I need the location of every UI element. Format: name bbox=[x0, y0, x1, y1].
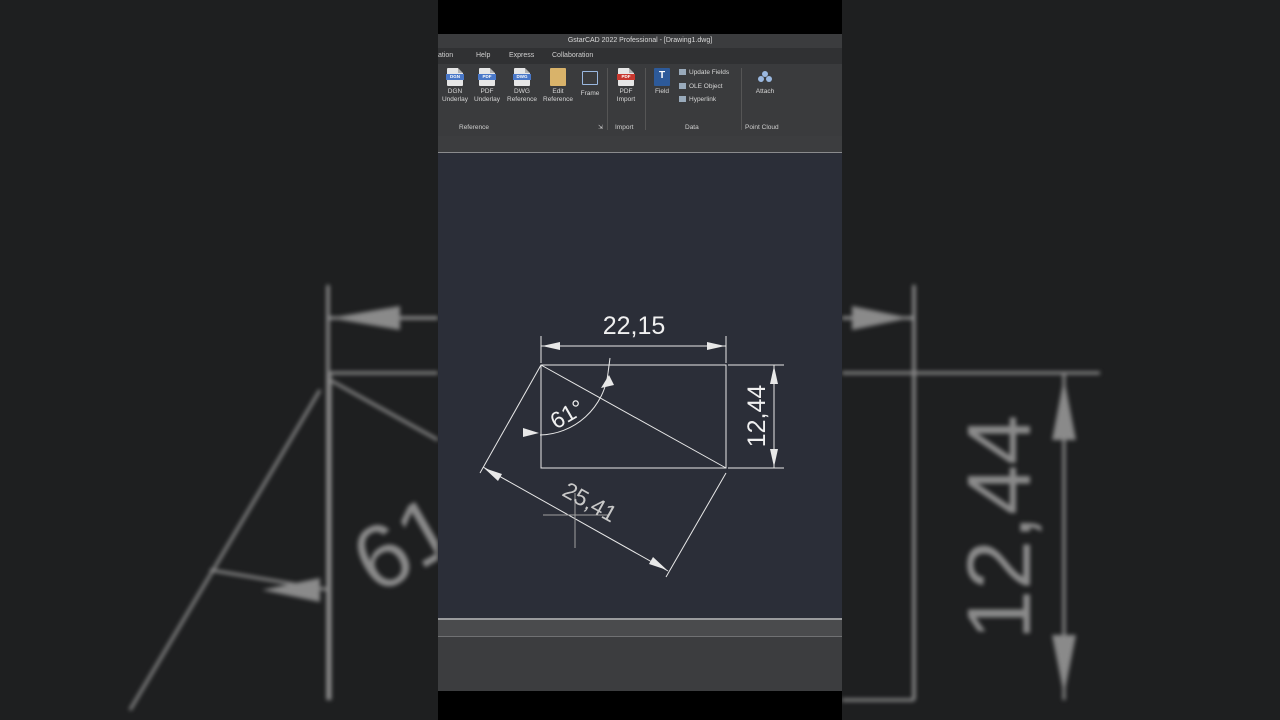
ribbon-separator bbox=[741, 68, 742, 130]
edit-reference-icon bbox=[550, 68, 566, 86]
window-title: GstarCAD 2022 Professional - [Drawing1.d… bbox=[438, 34, 842, 48]
extension-line bbox=[479, 364, 542, 474]
horizontal-dimension-text[interactable]: 22,15 bbox=[603, 312, 666, 340]
arrowhead bbox=[649, 557, 667, 570]
ribbon: DGN DGN Underlay PDF PDF Underlay DWG DW… bbox=[438, 64, 842, 136]
frame-icon bbox=[582, 71, 598, 85]
menu-bar: ation Help Express Collaboration bbox=[438, 48, 842, 64]
panel-label-reference: Reference bbox=[459, 124, 489, 131]
arrowhead bbox=[523, 428, 539, 437]
panel-label-point-cloud: Point Cloud bbox=[745, 124, 779, 131]
blurred-angle-text: 61° bbox=[336, 458, 438, 613]
panel-label-data: Data bbox=[685, 124, 699, 131]
blurred-background-right: 12,44 bbox=[842, 0, 1280, 720]
arrowhead bbox=[770, 449, 778, 467]
blurred-vertical-dim-text: 12,44 bbox=[950, 415, 1050, 640]
menu-item-express[interactable]: Express bbox=[509, 52, 534, 59]
pdf-import-button[interactable]: PDF PDF Import bbox=[609, 68, 643, 104]
arrowhead bbox=[542, 342, 560, 350]
update-fields-icon bbox=[679, 69, 686, 76]
layout-tab-bar bbox=[438, 618, 842, 638]
command-line-area[interactable] bbox=[438, 636, 842, 691]
tab-strip bbox=[438, 136, 842, 154]
vertical-dimension-text[interactable]: 12,44 bbox=[743, 385, 771, 448]
panel-label-import: Import bbox=[615, 124, 634, 131]
dwg-reference-button[interactable]: DWG DWG Reference bbox=[505, 68, 539, 104]
hyperlink-button[interactable]: Hyperlink bbox=[679, 96, 716, 103]
arrowhead bbox=[770, 366, 778, 384]
edit-reference-button[interactable]: Edit Reference bbox=[541, 68, 575, 104]
panel-launcher-icon[interactable]: ⇲ bbox=[598, 124, 603, 131]
ole-object-button[interactable]: OLE Object bbox=[679, 83, 723, 90]
pdf-import-icon: PDF bbox=[617, 68, 635, 86]
update-fields-button[interactable]: Update Fields bbox=[679, 69, 729, 76]
dgn-underlay-button[interactable]: DGN DGN Underlay bbox=[438, 68, 472, 104]
menu-item-collaboration[interactable]: Collaboration bbox=[552, 52, 593, 59]
ole-object-icon bbox=[679, 83, 686, 90]
dwg-file-icon: DWG bbox=[513, 68, 531, 86]
drawing-canvas[interactable]: 22,15 12,44 61° 25,41 bbox=[438, 153, 842, 618]
angle-dimension-text[interactable]: 61° bbox=[545, 394, 588, 434]
hyperlink-icon bbox=[679, 96, 686, 103]
dgn-file-icon: DGN bbox=[446, 68, 464, 86]
field-button[interactable]: T Field bbox=[645, 68, 679, 96]
ribbon-separator bbox=[607, 68, 608, 130]
field-icon: T bbox=[654, 68, 670, 86]
extension-line bbox=[665, 472, 727, 578]
menu-item-annotation[interactable]: ation bbox=[438, 52, 453, 59]
frame-button[interactable]: Frame bbox=[573, 68, 607, 98]
aligned-dimension-text[interactable]: 25,41 bbox=[558, 477, 621, 528]
blurred-background-left: 61° bbox=[0, 0, 438, 720]
pdf-file-icon: PDF bbox=[478, 68, 496, 86]
app-window: GstarCAD 2022 Professional - [Drawing1.d… bbox=[438, 0, 842, 720]
point-cloud-icon bbox=[757, 68, 773, 86]
arrowhead bbox=[484, 468, 502, 481]
pdf-underlay-button[interactable]: PDF PDF Underlay bbox=[470, 68, 504, 104]
menu-item-help[interactable]: Help bbox=[476, 52, 490, 59]
arrowhead bbox=[707, 342, 725, 350]
attach-button[interactable]: Attach bbox=[748, 68, 782, 96]
